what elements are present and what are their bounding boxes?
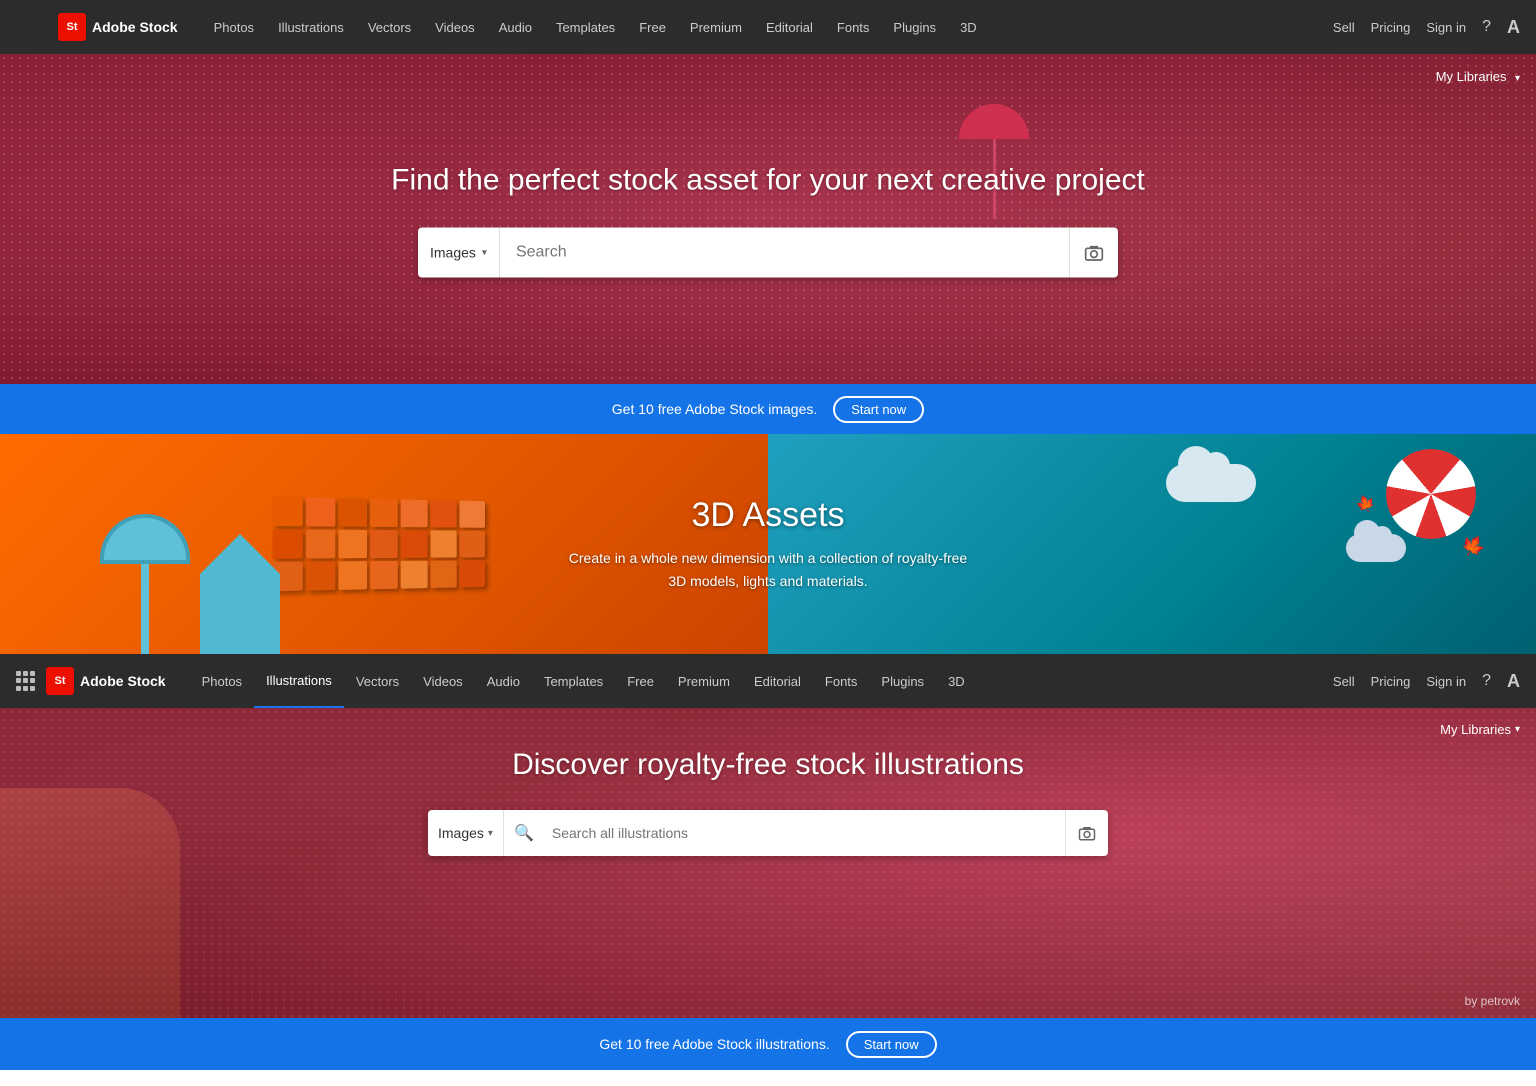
chevron-down-icon-2: ▾ — [488, 828, 493, 839]
promo-text-1: Get 10 free Adobe Stock images. — [612, 401, 817, 417]
nav-templates-1[interactable]: Templates — [544, 0, 627, 54]
nav-editorial-2[interactable]: Editorial — [742, 654, 813, 708]
adobe-stock-logo-2[interactable]: St — [46, 667, 74, 695]
pricing-link-1[interactable]: Pricing — [1371, 20, 1411, 35]
search-type-label-2: Images — [438, 825, 484, 841]
orange-blocks-grid — [273, 497, 485, 592]
nav-3d-1[interactable]: 3D — [948, 0, 989, 54]
author-credit-2: by petrovk — [1465, 994, 1520, 1008]
search-type-selector-2[interactable]: Images ▾ — [428, 810, 504, 856]
nav-free-2[interactable]: Free — [615, 654, 666, 708]
nav-audio-1[interactable]: Audio — [487, 0, 544, 54]
help-icon-2[interactable]: ? — [1482, 672, 1491, 690]
sell-link-1[interactable]: Sell — [1333, 20, 1355, 35]
nav-3d-2[interactable]: 3D — [936, 654, 977, 708]
nav-editorial-1[interactable]: Editorial — [754, 0, 825, 54]
search-icon-2: 🔍 — [504, 823, 544, 843]
help-icon-1[interactable]: ? — [1482, 18, 1491, 36]
nav-premium-2[interactable]: Premium — [666, 654, 742, 708]
nav-fonts-1[interactable]: Fonts — [825, 0, 882, 54]
3d-house-decoration — [200, 534, 280, 654]
grid-menu-icon[interactable] — [16, 17, 48, 37]
start-now-button-1[interactable]: Start now — [833, 396, 924, 423]
hero-section-2: My Libraries ▾ Discover royalty-free sto… — [0, 708, 1536, 1018]
search-type-label-1: Images — [430, 245, 476, 261]
leaf-decoration: 🍁 — [1457, 529, 1491, 563]
pricing-link-2[interactable]: Pricing — [1371, 674, 1411, 689]
cloud-decoration-2 — [1346, 534, 1406, 562]
nav-right-section-2: Sell Pricing Sign in ? A — [1333, 671, 1520, 692]
promo-text-2: Get 10 free Adobe Stock illustrations. — [599, 1036, 829, 1052]
assets-3d-banner: 🍁 🍁 3D Assets Create in a whole new dime… — [0, 434, 1536, 654]
3d-arch-decoration — [100, 514, 190, 654]
nav-photos-1[interactable]: Photos — [202, 0, 266, 54]
adobe-icon-1[interactable]: A — [1507, 17, 1520, 38]
signin-link-2[interactable]: Sign in — [1426, 674, 1466, 689]
assets-3d-content: 3D Assets Create in a whole new dimensio… — [518, 496, 1018, 592]
assets-3d-description: Create in a whole new dimension with a c… — [558, 547, 978, 592]
nav-vectors-1[interactable]: Vectors — [356, 0, 423, 54]
cloud-decoration-1 — [1166, 464, 1256, 502]
nav-fonts-2[interactable]: Fonts — [813, 654, 870, 708]
nav-vectors-2[interactable]: Vectors — [344, 654, 411, 708]
start-now-button-2[interactable]: Start now — [846, 1031, 937, 1058]
nav-illustrations-1[interactable]: Illustrations — [266, 0, 356, 54]
nav-templates-2[interactable]: Templates — [532, 654, 615, 708]
sell-link-2[interactable]: Sell — [1333, 674, 1355, 689]
search-input-2[interactable] — [544, 825, 1065, 841]
search-type-selector-1[interactable]: Images ▾ — [418, 228, 500, 278]
search-input-1[interactable] — [500, 244, 1069, 262]
hero-title-2: Discover royalty-free stock illustration… — [20, 748, 1516, 782]
camera-search-icon-1[interactable] — [1069, 228, 1118, 278]
main-nav-links-2: Photos Illustrations Vectors Videos Audi… — [190, 654, 1333, 708]
hero-content-1: Find the perfect stock asset for your ne… — [0, 161, 1536, 278]
signin-link-1[interactable]: Sign in — [1426, 20, 1466, 35]
nav-plugins-1[interactable]: Plugins — [881, 0, 948, 54]
main-nav-links-1: Photos Illustrations Vectors Videos Audi… — [202, 0, 1333, 54]
grid-menu-icon-2[interactable] — [16, 671, 36, 691]
hero-section-1: My Libraries ▾ Find the perfect stock as… — [0, 54, 1536, 384]
nav-illustrations-2[interactable]: Illustrations — [254, 654, 344, 708]
nav-videos-1[interactable]: Videos — [423, 0, 487, 54]
nav-videos-2[interactable]: Videos — [411, 654, 475, 708]
brand-name-2[interactable]: Adobe Stock — [80, 673, 166, 689]
nav-audio-2[interactable]: Audio — [475, 654, 532, 708]
candy-swirl-decoration — [1386, 449, 1476, 539]
navbar-top-1: St Adobe Stock Photos Illustrations Vect… — [0, 0, 1536, 54]
nav-free-1[interactable]: Free — [627, 0, 678, 54]
hero-content-2: Discover royalty-free stock illustration… — [0, 708, 1536, 856]
nav-right-section-1: Sell Pricing Sign in ? A — [1333, 17, 1520, 38]
brand-name[interactable]: Adobe Stock — [92, 19, 178, 35]
navbar-top-2: St Adobe Stock Photos Illustrations Vect… — [0, 654, 1536, 708]
promo-banner-1: Get 10 free Adobe Stock images. Start no… — [0, 384, 1536, 434]
hero-title-1: Find the perfect stock asset for your ne… — [20, 161, 1516, 200]
adobe-stock-logo[interactable]: St — [58, 13, 86, 41]
nav-photos-2[interactable]: Photos — [190, 654, 254, 708]
promo-banner-2: Get 10 free Adobe Stock illustrations. S… — [0, 1018, 1536, 1070]
search-bar-1: Images ▾ — [418, 228, 1118, 278]
my-libraries-btn-2[interactable]: My Libraries ▾ — [1440, 722, 1520, 737]
search-bar-2: Images ▾ 🔍 — [428, 810, 1108, 856]
my-libraries-btn-1[interactable]: My Libraries ▾ — [1436, 68, 1520, 86]
assets-3d-title: 3D Assets — [558, 496, 978, 535]
leaf-decoration-2: 🍁 — [1353, 491, 1379, 517]
chevron-down-icon-1: ▾ — [482, 247, 487, 258]
nav-plugins-2[interactable]: Plugins — [869, 654, 936, 708]
adobe-icon-2[interactable]: A — [1507, 671, 1520, 692]
nav-premium-1[interactable]: Premium — [678, 0, 754, 54]
camera-search-icon-2[interactable] — [1065, 810, 1108, 856]
